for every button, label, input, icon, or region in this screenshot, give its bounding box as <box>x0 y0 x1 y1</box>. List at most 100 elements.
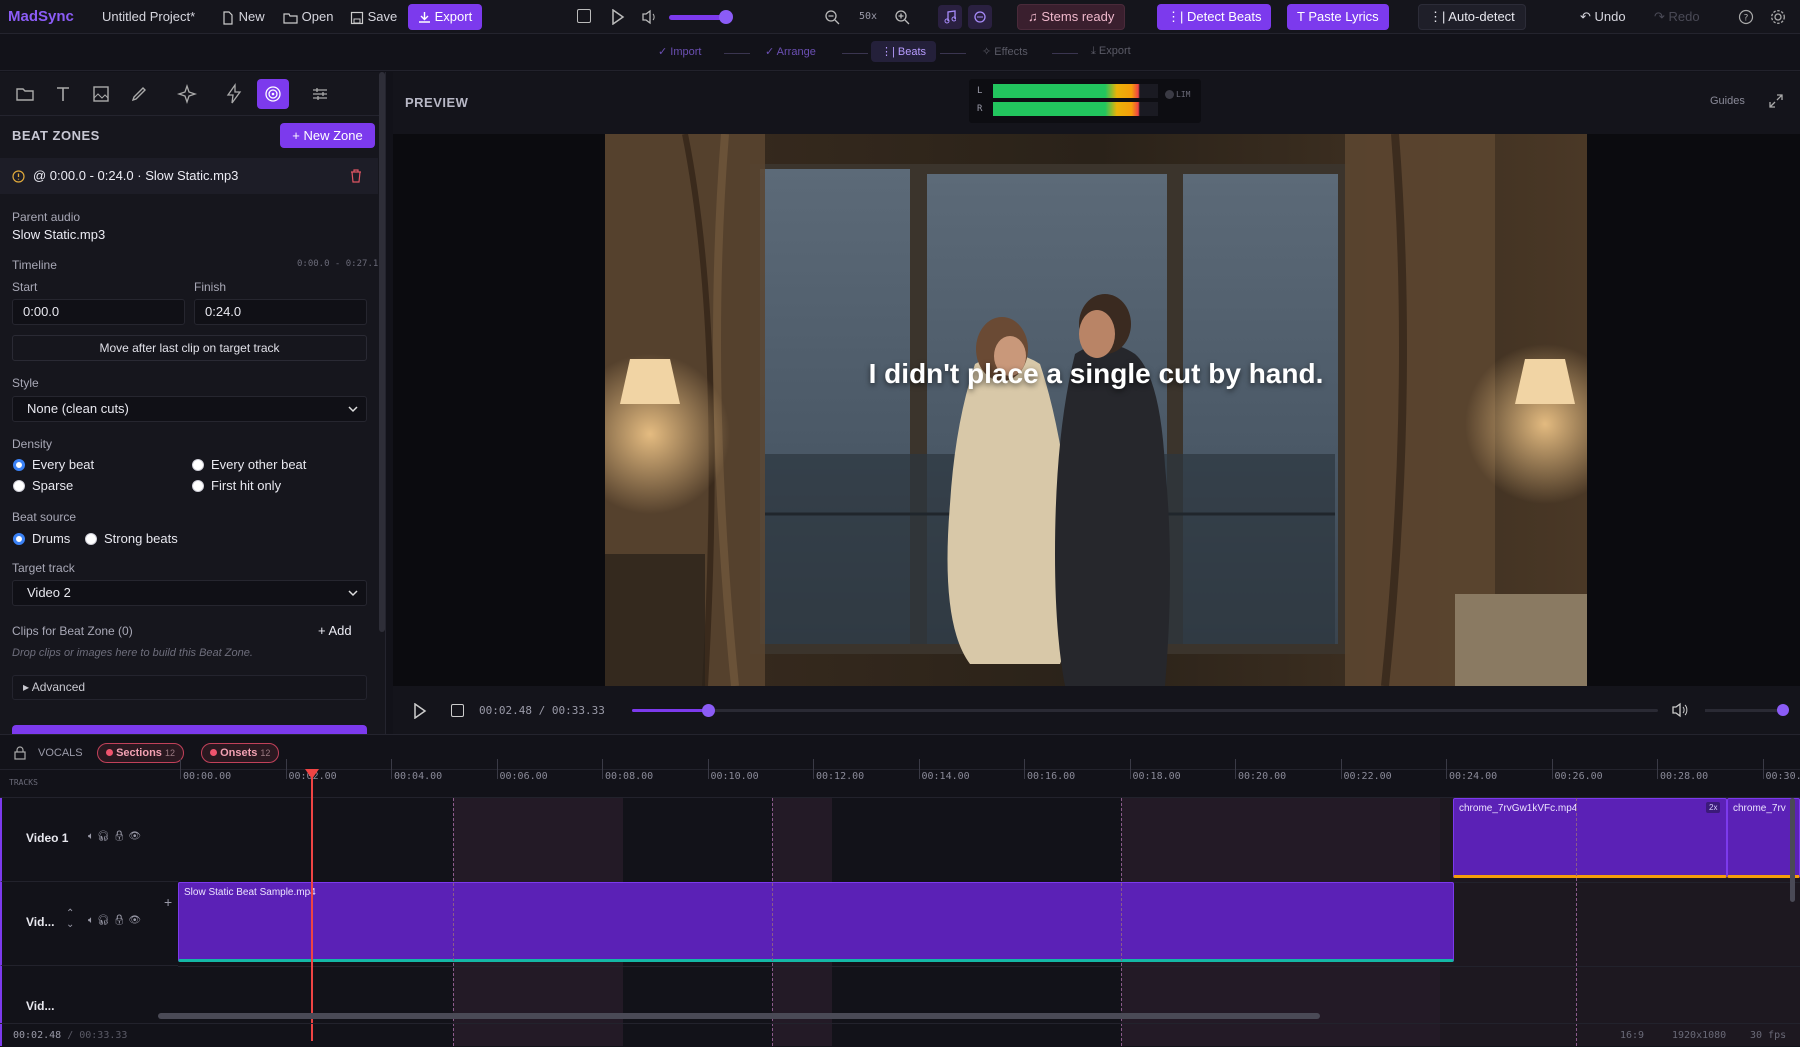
track-name: Video 1 <box>26 831 68 845</box>
parent-audio-label: Parent audio <box>12 210 80 224</box>
finish-field[interactable]: 0:24.0 <box>194 299 367 325</box>
preview-volume-handle[interactable] <box>1777 704 1789 716</box>
zone-row[interactable]: @ 0:00.0 - 0:24.0 · Slow Static.mp3 <box>0 158 378 194</box>
density-every-beat-label: Every beat <box>32 457 94 472</box>
scene-illustration <box>605 134 1587 686</box>
preview-volume-track[interactable] <box>1705 709 1783 712</box>
status-fps: 30 fps <box>1750 1030 1786 1041</box>
export-button[interactable]: Export <box>408 4 482 30</box>
target-track-select[interactable]: Video 2 <box>12 580 367 606</box>
step-beats[interactable]: ⋮| Beats <box>871 41 936 62</box>
stems-ready-button[interactable]: ♫ Stems ready <box>1017 4 1125 30</box>
stop-icon[interactable] <box>577 9 591 23</box>
track-header-video1[interactable]: Video 1 🔈︎🎧︎🔒︎👁︎ <box>0 798 178 882</box>
step-import[interactable]: ✓ Import <box>658 45 701 58</box>
paste-lyrics-button[interactable]: T Paste Lyrics <box>1287 4 1389 30</box>
style-select[interactable]: None (clean cuts) <box>12 396 367 422</box>
speed-badge: 2x <box>1706 802 1720 813</box>
step-import-label: Import <box>670 46 701 58</box>
step-arrange[interactable]: ✓ Arrange <box>765 45 816 58</box>
clip-chrome-1[interactable]: chrome_7rvGw1kVFc.mp4 2x <box>1453 798 1727 878</box>
density-every-beat-radio[interactable] <box>13 459 25 471</box>
stems-icon: ♫ <box>1028 9 1038 24</box>
folder-tab-icon[interactable] <box>13 82 37 106</box>
step-effects[interactable]: ✧ Effects <box>982 45 1028 58</box>
sections-chip[interactable]: Sections 12 <box>97 743 184 763</box>
meter-right-bar <box>993 102 1158 116</box>
add-track-icon[interactable]: + <box>164 894 172 910</box>
brush-tab-icon[interactable] <box>127 82 151 106</box>
open-button[interactable]: Open <box>283 7 333 27</box>
track-controls[interactable]: 🔈︎🎧︎🔒︎👁︎ <box>88 831 144 842</box>
play-icon[interactable] <box>611 9 625 25</box>
music-toggle[interactable] <box>938 5 962 29</box>
preview-stop-icon[interactable] <box>451 704 464 717</box>
lightning-tab-icon[interactable] <box>222 82 246 106</box>
source-strong-label: Strong beats <box>104 531 178 546</box>
preview-play-icon[interactable] <box>413 703 427 719</box>
scrub-track[interactable] <box>632 709 1658 712</box>
help-icon[interactable]: ? <box>1738 9 1754 25</box>
new-button[interactable]: New <box>221 7 265 27</box>
fullscreen-icon[interactable] <box>1769 94 1783 108</box>
save-button[interactable]: Save <box>350 7 397 27</box>
track-header-video2[interactable]: Vid... ⌃⌄ 🔈︎🎧︎🔒︎👁︎ + <box>0 882 178 966</box>
playhead-handle[interactable] <box>305 769 319 779</box>
timeline-vscrollbar[interactable] <box>1790 798 1795 902</box>
detect-beats-button[interactable]: ⋮| Detect Beats <box>1157 4 1271 30</box>
redo-button[interactable]: ↷ Redo <box>1654 7 1700 27</box>
advanced-toggle[interactable]: ▸ Advanced <box>12 675 367 700</box>
folder-icon <box>283 11 298 25</box>
lock-icon[interactable] <box>14 746 26 760</box>
text-tab-icon[interactable] <box>51 82 75 106</box>
ruler-tick-label: 00:06.00 <box>500 771 548 782</box>
track-controls[interactable]: 🔈︎🎧︎🔒︎👁︎ <box>88 915 144 926</box>
density-every-other-radio[interactable] <box>192 459 204 471</box>
volume-icon[interactable] <box>641 9 659 25</box>
limiter-indicator <box>1165 90 1174 99</box>
ruler-tick-label: 00:22.00 <box>1344 771 1392 782</box>
volume-slider-handle[interactable] <box>719 10 733 24</box>
preview-label: PREVIEW <box>405 95 468 110</box>
meter-right-label: R <box>977 104 982 114</box>
zoom-in-icon[interactable] <box>894 9 910 25</box>
preview-volume-icon[interactable] <box>1671 702 1689 718</box>
sync-toggle[interactable] <box>968 5 992 29</box>
clip-slow-static[interactable]: Slow Static Beat Sample.mp4 <box>178 882 1454 962</box>
time-ruler[interactable]: 00:00.0000:02.0000:04.0000:06.0000:08.00… <box>178 735 1800 797</box>
track-name: Vid... <box>26 999 54 1013</box>
undo-button[interactable]: ↶ Undo <box>1580 7 1626 27</box>
apply-button-partial[interactable] <box>12 725 367 734</box>
zoom-out-icon[interactable] <box>824 9 840 25</box>
ruler-tick <box>180 759 181 779</box>
guides-toggle[interactable]: Guides <box>1710 95 1745 107</box>
auto-detect-button[interactable]: ⋮| Auto-detect <box>1418 4 1526 30</box>
density-first-hit-radio[interactable] <box>192 480 204 492</box>
source-strong-radio[interactable] <box>85 533 97 545</box>
panel-title: BEAT ZONES <box>12 128 100 143</box>
reorder-arrows-icon[interactable]: ⌃⌄ <box>66 908 74 930</box>
ruler-tick-label: 00:30. <box>1766 771 1800 782</box>
playhead[interactable] <box>311 771 313 1041</box>
add-clips-button[interactable]: + Add <box>318 623 352 638</box>
timeline-scrollbar[interactable] <box>158 1013 1320 1019</box>
ruler-tick-label: 00:24.00 <box>1449 771 1497 782</box>
panel-scrollbar[interactable] <box>379 72 385 632</box>
step-export[interactable]: ⤓ Export <box>1091 45 1131 58</box>
beat-tab[interactable] <box>257 79 289 109</box>
source-drums-label: Drums <box>32 531 70 546</box>
project-title[interactable]: Untitled Project* <box>102 7 195 27</box>
start-field[interactable]: 0:00.0 <box>12 299 185 325</box>
trash-icon[interactable] <box>350 169 362 183</box>
timeline-label: Timeline <box>12 258 57 272</box>
move-after-button[interactable]: Move after last clip on target track <box>12 335 367 361</box>
density-sparse-radio[interactable] <box>13 480 25 492</box>
new-zone-button[interactable]: + New Zone <box>280 123 375 148</box>
sliders-tab-icon[interactable] <box>308 82 332 106</box>
image-tab-icon[interactable] <box>89 82 113 106</box>
ruler-tick <box>813 759 814 779</box>
sparkle-tab-icon[interactable] <box>175 82 199 106</box>
settings-gear-icon[interactable] <box>1770 9 1786 25</box>
source-drums-radio[interactable] <box>13 533 25 545</box>
sync-icon <box>974 11 986 23</box>
